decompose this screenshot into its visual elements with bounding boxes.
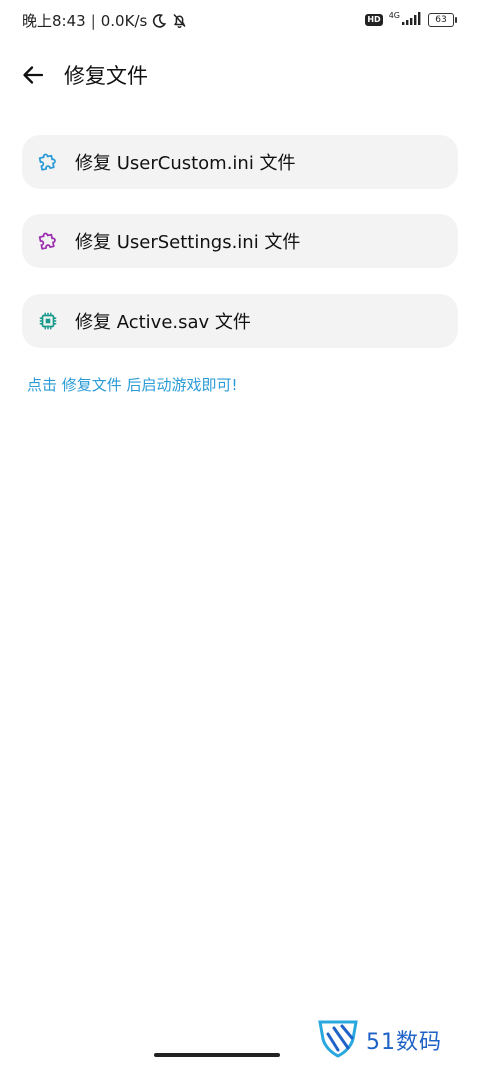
status-bar: 晚上8:43 | 0.0K/s HD 4G 63 (0, 0, 480, 42)
page-title: 修复文件 (64, 64, 148, 88)
repair-usercustom-button[interactable]: 修复 UserCustom.ini 文件 (22, 135, 458, 189)
back-button[interactable] (18, 62, 48, 92)
repair-usercustom-label: 修复 UserCustom.ini 文件 (75, 153, 296, 174)
repair-usersettings-label: 修复 UserSettings.ini 文件 (75, 232, 301, 253)
net-speed: 0.0K/s (100, 11, 148, 30)
signal-icon (402, 10, 422, 29)
battery-indicator: 63 (428, 12, 457, 27)
puzzle-icon (37, 230, 59, 252)
arrow-left-icon (21, 63, 45, 91)
screen: 晚上8:43 | 0.0K/s HD 4G 63 修复文件 修复 UserCus… (0, 0, 480, 1066)
bell-off-icon (171, 12, 188, 29)
chip-icon (37, 310, 59, 332)
shield-logo-icon (316, 1018, 360, 1062)
home-indicator[interactable] (154, 1053, 280, 1057)
status-time: 晚上8:43 (22, 12, 86, 30)
hd-badge: HD (365, 13, 383, 26)
puzzle-icon (37, 151, 59, 173)
hint-text: 点击 修复文件 后启动游戏即可! (27, 376, 238, 394)
repair-usersettings-button[interactable]: 修复 UserSettings.ini 文件 (22, 214, 458, 268)
status-right: HD 4G 63 (365, 10, 457, 29)
watermark-text: 51数码 (366, 1030, 442, 1055)
repair-active-sav-button[interactable]: 修复 Active.sav 文件 (22, 294, 458, 348)
status-separator: | (90, 11, 96, 30)
status-left: 晚上8:43 | 0.0K/s (22, 10, 188, 31)
watermark: 51数码 (316, 1018, 442, 1062)
app-header: 修复文件 (0, 54, 480, 98)
network-type: 4G (388, 10, 400, 20)
repair-active-sav-label: 修复 Active.sav 文件 (75, 312, 251, 333)
moon-icon (151, 13, 167, 29)
